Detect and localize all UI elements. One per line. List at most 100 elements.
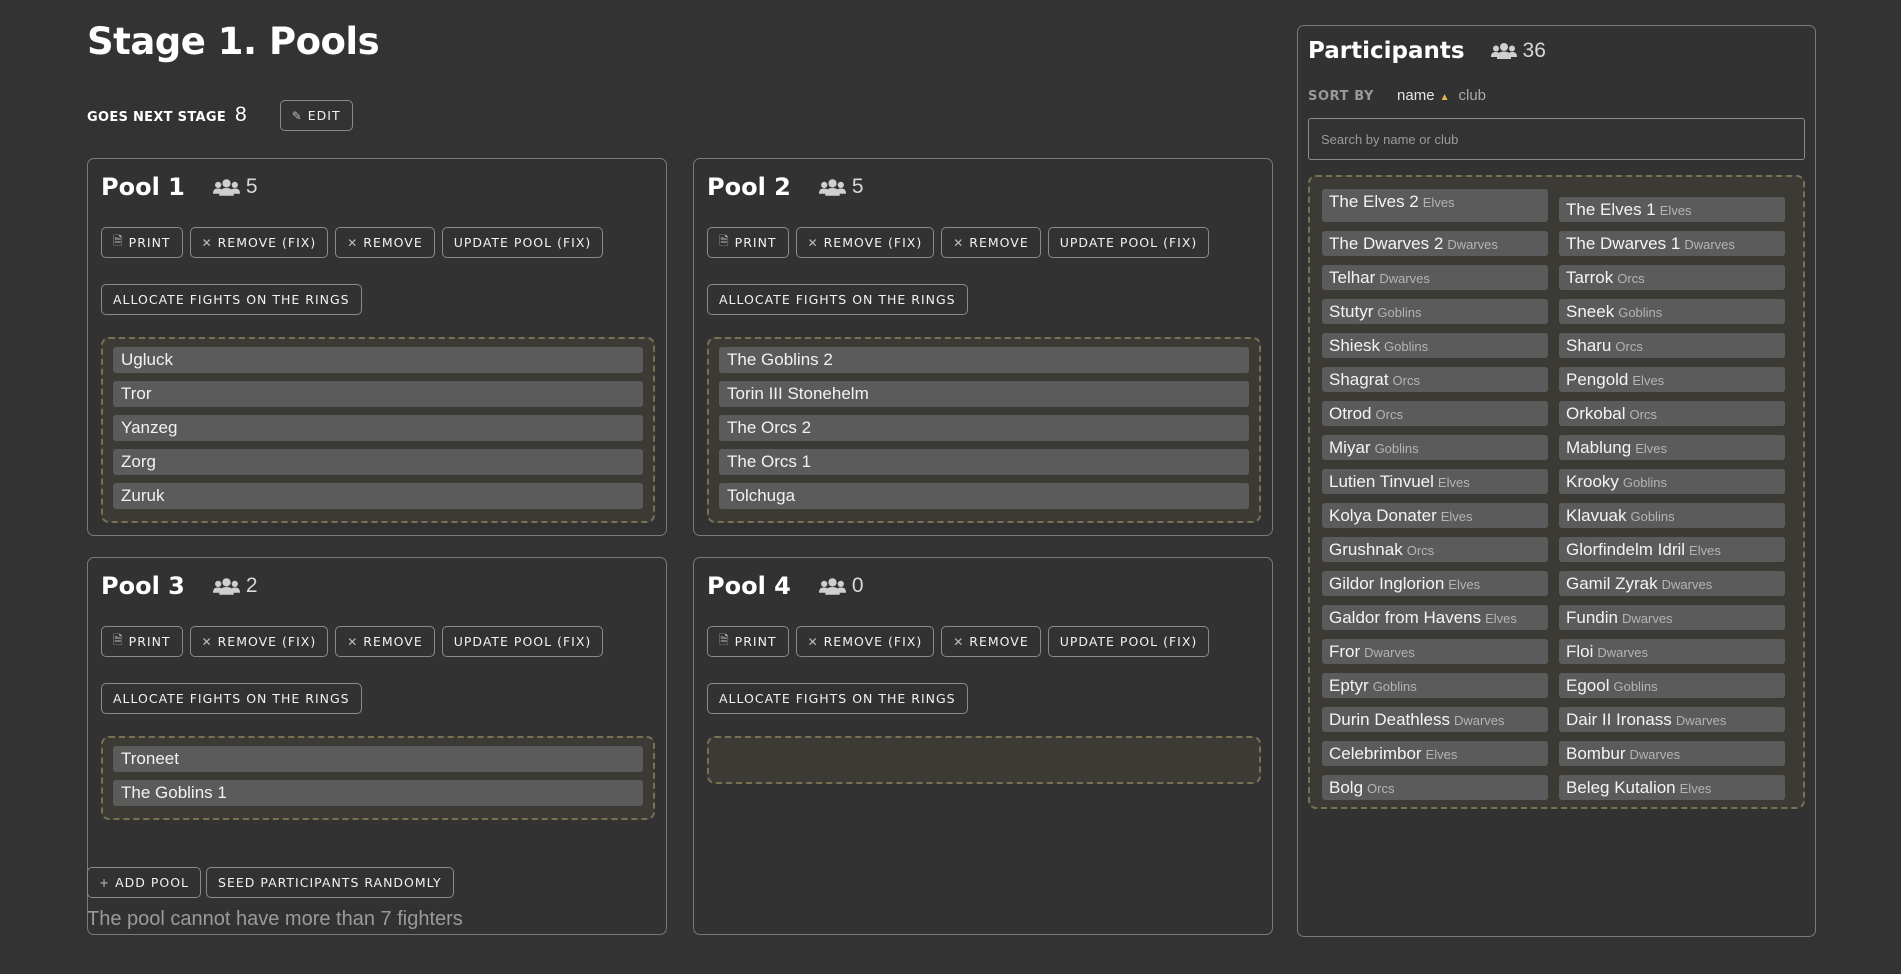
participant-chip[interactable]: Fror Dwarves [1322,639,1548,664]
pool-member[interactable]: The Orcs 2 [719,415,1249,441]
print-button[interactable]: 🗎 PRINT [101,227,183,258]
update-pool-button[interactable]: UPDATE POOL (FIX) [1047,227,1210,258]
participant-name: The Dwarves 1 [1566,234,1681,253]
remove-button[interactable]: ✕ REMOVE [941,227,1041,258]
pool-dropzone[interactable]: Ugluck Tror Yanzeg Zorg Zuruk [101,337,655,523]
participant-chip[interactable]: Kolya Donater Elves [1322,503,1548,528]
participants-search-input[interactable] [1308,118,1805,160]
remove-fix-button[interactable]: ✕ REMOVE (FIX) [189,626,329,657]
pool-member[interactable]: Zorg [113,449,643,475]
print-button[interactable]: 🗎 PRINT [101,626,183,657]
participant-chip[interactable]: Gildor Inglorion Elves [1322,571,1548,596]
seed-randomly-button[interactable]: SEED PARTICIPANTS RANDOMLY [206,867,454,898]
participant-name: The Dwarves 2 [1329,234,1444,253]
goes-next-label: GOES NEXT STAGE [87,110,227,125]
participant-club: Goblins [1377,305,1422,320]
print-button[interactable]: 🗎 PRINT [707,626,789,657]
pool-member[interactable]: Tror [113,381,643,407]
participant-name: Floi [1566,642,1594,661]
participant-chip[interactable]: Dair II Ironass Dwarves [1559,707,1785,732]
add-pool-label: ADD POOL [115,875,190,890]
pool-member[interactable]: The Orcs 1 [719,449,1249,475]
pool-member[interactable]: Zuruk [113,483,643,509]
print-button[interactable]: 🗎 PRINT [707,227,789,258]
participant-chip[interactable]: Eptyr Goblins [1322,673,1548,698]
participant-club: Elves [1422,195,1455,210]
add-pool-button[interactable]: + ADD POOL [87,867,202,898]
participant-chip[interactable]: The Elves 1 Elves [1559,197,1785,222]
participant-chip[interactable]: Klavuak Goblins [1559,503,1785,528]
participant-chip[interactable]: Stutyr Goblins [1322,299,1548,324]
pool-member[interactable]: Troneet [113,746,643,772]
allocate-fights-button[interactable]: ALLOCATE FIGHTS ON THE RINGS [707,284,968,315]
participant-chip[interactable]: Shagrat Orcs [1322,367,1548,392]
participant-chip[interactable]: Fundin Dwarves [1559,605,1785,630]
update-pool-button-label: UPDATE POOL (FIX) [1059,235,1198,250]
participant-chip[interactable]: Gamil Zyrak Dwarves [1559,571,1785,596]
participant-chip[interactable]: Beleg Kutalion Elves [1559,775,1785,800]
participant-club: Goblins [1622,475,1667,490]
allocate-fights-button-label: ALLOCATE FIGHTS ON THE RINGS [113,691,350,706]
allocate-fights-button[interactable]: ALLOCATE FIGHTS ON THE RINGS [707,683,968,714]
pool-member[interactable]: Torin III Stonehelm [719,381,1249,407]
edit-button[interactable]: ✎ EDIT [279,100,353,131]
participant-chip[interactable]: Orkobal Orcs [1559,401,1785,426]
participant-name: The Elves 1 [1566,200,1656,219]
pool-dropzone[interactable]: The Goblins 2 Torin III Stonehelm The Orcs… [707,337,1261,523]
remove-fix-button[interactable]: ✕ REMOVE (FIX) [189,227,329,258]
allocate-fights-button[interactable]: ALLOCATE FIGHTS ON THE RINGS [101,683,362,714]
participant-chip[interactable]: Mablung Elves [1559,435,1785,460]
update-pool-button[interactable]: UPDATE POOL (FIX) [441,227,604,258]
participant-chip[interactable]: Shiesk Goblins [1322,333,1548,358]
pool-member[interactable]: The Goblins 2 [719,347,1249,373]
sort-by-name[interactable]: name ▲ [1397,87,1449,104]
participant-name: The Elves 2 [1329,192,1419,211]
remove-button[interactable]: ✕ REMOVE [335,227,435,258]
participant-chip[interactable]: Galdor from Havens Elves [1322,605,1548,630]
remove-fix-button-label: REMOVE (FIX) [823,634,923,649]
pool-actions: 🗎 PRINT ✕ REMOVE (FIX) ✕ REMOVE UPDATE POOL (F… [101,227,604,258]
participant-chip[interactable]: Grushnak Orcs [1322,537,1548,562]
participant-chip[interactable]: Durin Deathless Dwarves [1322,707,1548,732]
pool-count-value: 5 [245,175,258,198]
participant-chip[interactable]: Otrod Orcs [1322,401,1548,426]
participant-chip[interactable]: Miyar Goblins [1322,435,1548,460]
participant-club: Goblins [1384,339,1429,354]
remove-button[interactable]: ✕ REMOVE [335,626,435,657]
remove-fix-button[interactable]: ✕ REMOVE (FIX) [795,626,935,657]
participant-chip[interactable]: Floi Dwarves [1559,639,1785,664]
participant-chip[interactable]: Krooky Goblins [1559,469,1785,494]
allocate-fights-button[interactable]: ALLOCATE FIGHTS ON THE RINGS [101,284,362,315]
remove-button-label: REMOVE [969,235,1029,250]
participant-chip[interactable]: Bombur Dwarves [1559,741,1785,766]
participant-chip[interactable]: The Elves 2 Elves [1322,189,1548,222]
participant-chip[interactable]: Egool Goblins [1559,673,1785,698]
users-icon [212,577,240,595]
participant-name: Miyar [1329,438,1371,457]
participant-chip[interactable]: Tarrok Orcs [1559,265,1785,290]
remove-button[interactable]: ✕ REMOVE [941,626,1041,657]
pool-dropzone[interactable] [707,736,1261,784]
update-pool-button[interactable]: UPDATE POOL (FIX) [1047,626,1210,657]
participant-chip[interactable]: The Dwarves 2 Dwarves [1322,231,1548,256]
pool-member[interactable]: The Goblins 1 [113,780,643,806]
pool-member[interactable]: Ugluck [113,347,643,373]
participant-chip[interactable]: Glorfindelm Idril Elves [1559,537,1785,562]
participant-chip[interactable]: Celebrimbor Elves [1322,741,1548,766]
pool-dropzone[interactable]: Troneet The Goblins 1 [101,736,655,820]
sort-by-club[interactable]: club [1458,87,1486,104]
update-pool-button[interactable]: UPDATE POOL (FIX) [441,626,604,657]
participant-chip[interactable]: Sharu Orcs [1559,333,1785,358]
participant-chip[interactable]: The Dwarves 1 Dwarves [1559,231,1785,256]
participant-club: Elves [1425,747,1458,762]
participant-chip[interactable]: Bolg Orcs [1322,775,1548,800]
pool-member[interactable]: Yanzeg [113,415,643,441]
remove-fix-button[interactable]: ✕ REMOVE (FIX) [795,227,935,258]
participant-chip[interactable]: Lutien Tinvuel Elves [1322,469,1548,494]
participant-chip[interactable]: Sneek Goblins [1559,299,1785,324]
participant-chip[interactable]: Pengold Elves [1559,367,1785,392]
sort-ascending-icon: ▲ [1439,92,1450,103]
participant-club: Goblins [1613,679,1658,694]
participant-chip[interactable]: Telhar Dwarves [1322,265,1548,290]
pool-member[interactable]: Tolchuga [719,483,1249,509]
